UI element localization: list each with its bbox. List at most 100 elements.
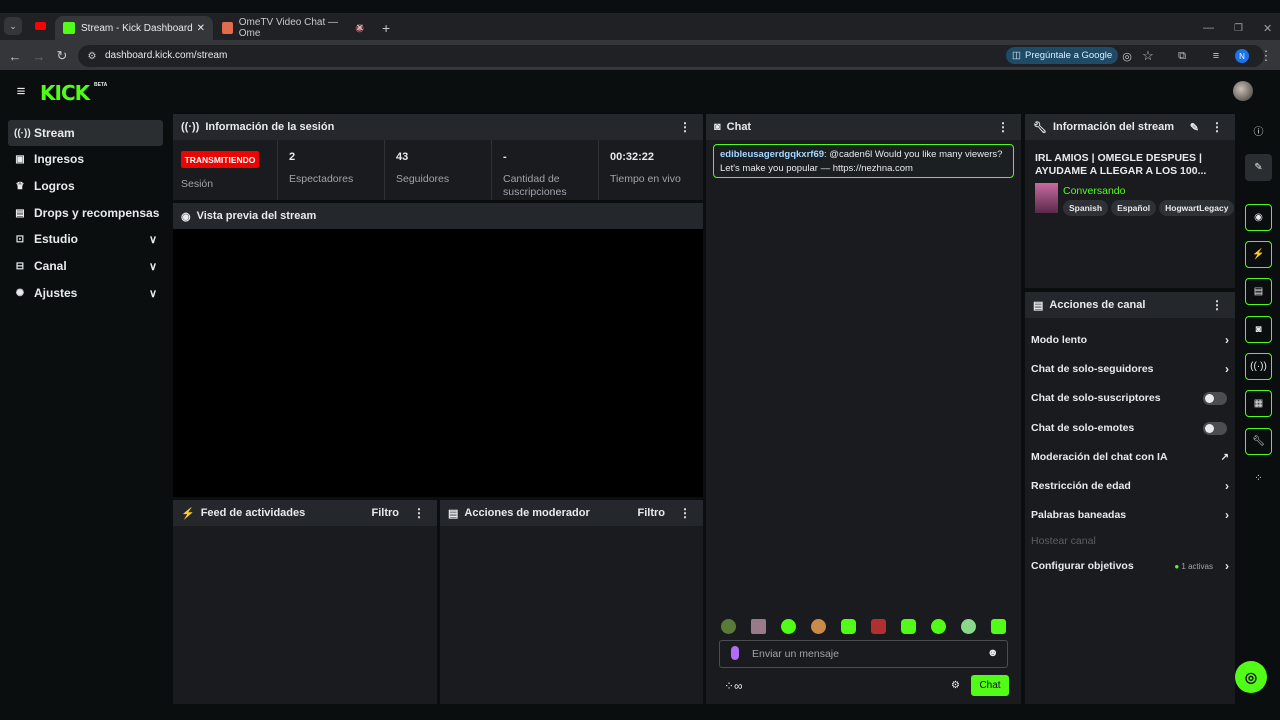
channel-actions-icon[interactable]: ▦ [1245,390,1272,417]
more-icon[interactable]: ⋮ [679,506,691,520]
sidebar-item-estudio[interactable]: ⊡ Estudio ∨ [8,226,163,252]
preview-toggle-icon[interactable]: ◉ [1245,204,1272,231]
sidebar-item-canal[interactable]: ⊟ Canal ∨ [8,253,163,279]
edit-icon[interactable]: ✎ [1190,121,1199,134]
chat-username[interactable]: edibleusagerdgqkxrf69 [720,149,824,160]
help-chat-button[interactable]: ◎ [1235,661,1267,693]
tag[interactable]: Español [1111,200,1157,216]
more-icon[interactable]: ⋮ [997,120,1009,134]
chat-send-button[interactable]: Chat [971,675,1009,696]
emote-icon[interactable] [931,619,946,634]
window-close-icon[interactable]: ✕ [1255,16,1280,40]
category-thumbnail[interactable] [1035,183,1058,213]
emote-icon[interactable] [751,619,766,634]
action-goals[interactable]: Configurar objetivos ● 1 activas › [1031,556,1229,576]
chevron-right-icon: › [1225,559,1229,573]
action-followers-only[interactable]: Chat de solo-seguidores › [1031,359,1229,379]
hamburger-icon[interactable]: ≡ [11,81,31,101]
emote-icon[interactable] [871,619,886,634]
emote-icon[interactable] [991,619,1006,634]
tag[interactable]: HogwartLegacy [1159,200,1235,216]
points-icon[interactable]: ⁘ [1245,465,1272,492]
sidebar-item-drops[interactable]: ▤ Drops y recompensas [8,200,163,226]
profile-button[interactable]: N [1232,46,1252,66]
sidebar-item-logros[interactable]: ♛ Logros [8,173,163,199]
restore-icon[interactable]: ❐ [1226,16,1251,40]
filter-button[interactable]: Filtro [638,507,666,519]
lightning-icon[interactable]: ⚡ [1245,241,1272,268]
broadcast-icon: ((·)) [181,121,200,133]
ask-google-label: Pregúntale a Google [1024,50,1113,61]
action-label: Hostear canal [1031,535,1096,547]
close-icon[interactable]: ✕ [356,23,364,34]
emote-icon[interactable] [961,619,976,634]
sidebar-item-stream[interactable]: ((·)) Stream [8,120,163,146]
mic-icon[interactable] [731,646,739,660]
chevron-down-icon: ∨ [148,260,157,273]
points-icon[interactable]: ⁘∞ [724,679,743,693]
chat-bubble-icon: ◙ [714,121,721,133]
list-icon[interactable]: ▤ [1245,278,1272,305]
close-icon[interactable]: ✕ [197,23,205,34]
more-icon[interactable]: ⋮ [679,120,691,134]
gift-icon: ▤ [15,207,25,219]
stat-label: Cantidad de suscripciones [503,173,567,198]
more-icon[interactable]: ⋮ [1211,298,1223,312]
action-label: Chat de solo-seguidores [1031,363,1154,375]
emote-icon[interactable] [811,619,826,634]
site-info-icon[interactable]: ⚙ [82,46,102,66]
stat-subs: - Cantidad de suscripciones [491,140,598,200]
preview-panel: ◉ Vista previa del stream [173,203,703,497]
tab-ometv[interactable]: OmeTV Video Chat — Ome ◉ ✕ [214,16,372,40]
extensions-icon[interactable]: ⧉ [1172,46,1192,66]
emote-icon[interactable] [841,619,856,634]
stat-value: 00:32:22 [610,151,655,163]
sidebar-item-ajustes[interactable]: ✺ Ajustes ∨ [8,280,163,306]
reading-list-icon[interactable]: ≡ [1206,46,1226,66]
filter-button[interactable]: Filtro [372,507,400,519]
action-age-restriction[interactable]: Restricción de edad › [1031,476,1229,496]
settings-icon[interactable]: ⚙ [951,680,960,691]
bookmark-star-icon[interactable]: ☆ [1138,46,1158,66]
emote-icon[interactable] [721,619,736,634]
new-tab-button[interactable]: + [374,16,398,40]
chat-input[interactable]: Enviar un mensaje [719,640,1008,668]
chat-placeholder: Enviar un mensaje [752,648,839,660]
menu-icon[interactable]: ⋮ [1256,46,1276,66]
tag-list: Spanish Español HogwartLegacy [1063,200,1237,216]
action-slow-mode[interactable]: Modo lento › [1031,330,1229,350]
toggle-switch[interactable] [1203,421,1227,435]
chevron-right-icon: › [1225,333,1229,347]
emote-icon[interactable] [781,619,796,634]
info-icon[interactable]: ⓘ [1245,117,1272,144]
kick-logo[interactable]: KICK [40,81,90,105]
tag[interactable]: Spanish [1063,200,1109,216]
sidebar-item-ingresos[interactable]: ▣ Ingresos [8,146,163,172]
chat-bubble-icon[interactable]: ◙ [1245,316,1272,343]
reload-icon[interactable]: ↻ [52,46,72,66]
emoji-icon[interactable]: ☻ [987,647,999,659]
avatar[interactable] [1233,81,1253,101]
tab-kick-dashboard[interactable]: Stream - Kick Dashboard ✕ [55,16,213,40]
forward-icon[interactable]: → [29,46,49,66]
ask-google-button[interactable]: ◫ Pregúntale a Google [1006,47,1119,64]
chat-message[interactable]: edibleusagerdgqkxrf69: @caden6l Would yo… [713,144,1014,178]
tab-search-icon[interactable]: ⌄ [4,17,22,35]
action-ai-moderation[interactable]: Moderación del chat con IA ↗ [1031,447,1229,467]
eye-off-icon[interactable]: ◎ [1117,46,1137,66]
category-name[interactable]: Conversando [1063,185,1125,197]
more-icon[interactable]: ⋮ [1211,120,1223,134]
minimize-icon[interactable]: — [1195,16,1222,40]
broadcast-icon[interactable]: ((·)) [1245,353,1272,380]
action-banned-words[interactable]: Palabras baneadas › [1031,505,1229,525]
toggle-switch[interactable] [1203,391,1227,405]
edit-icon[interactable]: ✎ [1245,154,1272,181]
channel-actions-title: Acciones de canal [1049,299,1146,311]
youtube-tab-icon[interactable] [35,22,46,30]
wrench-icon[interactable]: 🔧︎ [1245,428,1272,455]
more-icon[interactable]: ⋮ [413,506,425,520]
back-icon[interactable]: ← [5,46,25,66]
emote-icon[interactable] [901,619,916,634]
action-subscribers-only: Chat de solo-suscriptores [1031,388,1229,408]
chevron-down-icon: ∨ [148,233,157,246]
